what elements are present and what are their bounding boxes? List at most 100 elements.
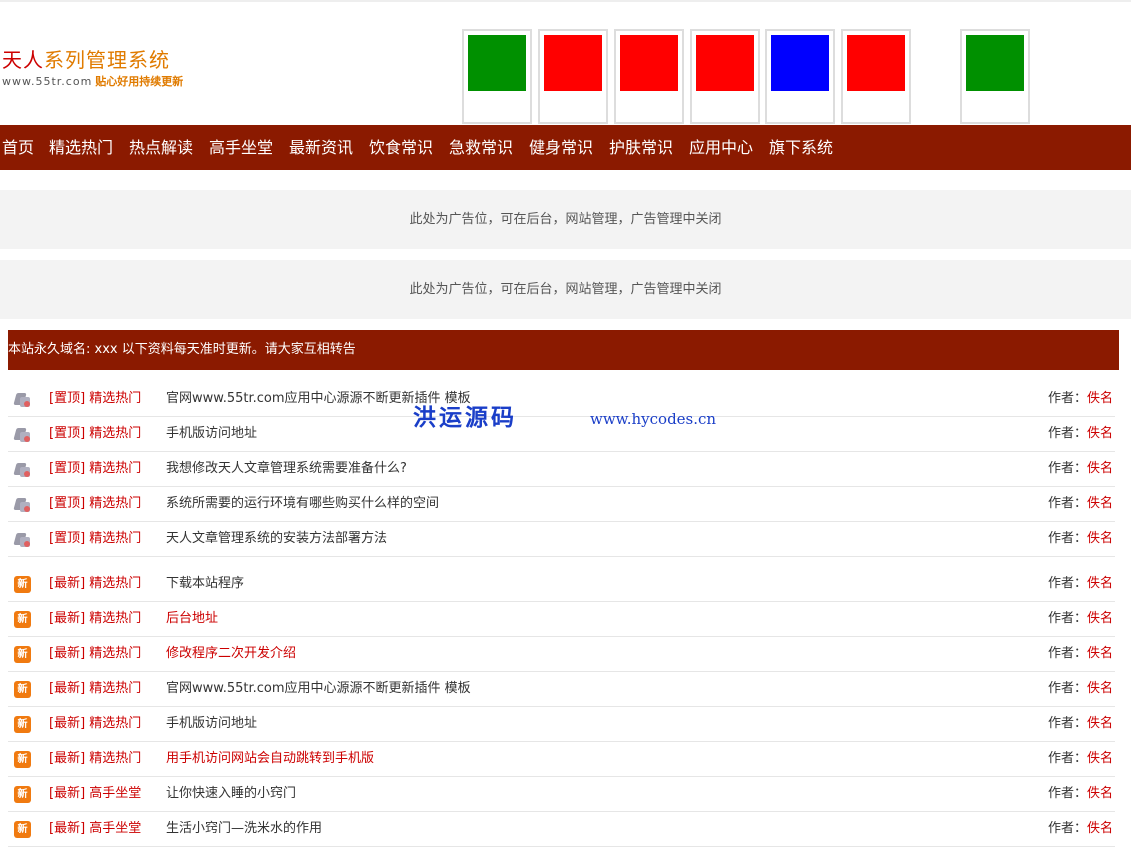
main-nav: 首页 精选热门 热点解读 高手坐堂 最新资讯 饮食常识 急救常识 健身常识 护肤常识 应用中心 旗下… xyxy=(0,125,1131,170)
author-info: 作者：佚名 xyxy=(1048,417,1113,451)
template-thumbnail[interactable] xyxy=(538,29,608,124)
pin-icon xyxy=(13,391,31,408)
author-info: 作者：佚名 xyxy=(1048,382,1113,416)
author-name[interactable]: 佚名 xyxy=(1087,751,1113,766)
thumbnail-image xyxy=(620,35,678,91)
category-link[interactable]: [最新] 精选热门 xyxy=(49,637,141,671)
category-link[interactable]: [最新] 高手坐堂 xyxy=(49,812,141,846)
category-link[interactable]: [置顶] 精选热门 xyxy=(49,522,141,556)
article-title-link[interactable]: 天人文章管理系统的安装方法部署方法 xyxy=(166,522,387,556)
list-item: [置顶] 精选热门 系统所需要的运行环境有哪些购买什么样的空间 作者：佚名 xyxy=(8,487,1115,522)
author-label: 作者： xyxy=(1047,576,1087,591)
author-name[interactable]: 佚名 xyxy=(1087,426,1113,441)
author-label: 作者： xyxy=(1047,716,1087,731)
article-title-link[interactable]: 用手机访问网站会自动跳转到手机版 xyxy=(166,742,374,776)
thumbnail-image xyxy=(544,35,602,91)
author-name[interactable]: 佚名 xyxy=(1087,461,1113,476)
author-label: 作者： xyxy=(1047,461,1087,476)
nav-item[interactable]: 首页 xyxy=(2,125,34,170)
list-item: 新 [最新] 精选热门 后台地址 作者：佚名 xyxy=(8,602,1115,637)
thumbnail-image xyxy=(847,35,905,91)
author-label: 作者： xyxy=(1047,531,1087,546)
template-thumbnail[interactable] xyxy=(765,29,835,124)
nav-item[interactable]: 健身常识 xyxy=(529,125,593,170)
category-link[interactable]: [最新] 精选热门 xyxy=(49,602,141,636)
nav-item[interactable]: 护肤常识 xyxy=(609,125,673,170)
new-badge-icon: 新 xyxy=(14,576,31,593)
article-title-link[interactable]: 手机版访问地址 xyxy=(166,417,257,451)
logo-title: 天人系列管理系统 xyxy=(2,47,222,73)
ad-banner-2[interactable]: 此处为广告位，可在后台，网站管理，广告管理中关闭 xyxy=(0,260,1131,319)
author-name[interactable]: 佚名 xyxy=(1087,646,1113,661)
list-item: [置顶] 精选热门 我想修改天人文章管理系统需要准备什么? 作者：佚名 xyxy=(8,452,1115,487)
category-link[interactable]: [最新] 精选热门 xyxy=(49,567,141,601)
category-link[interactable]: [置顶] 精选热门 xyxy=(49,417,141,451)
author-label: 作者： xyxy=(1047,681,1087,696)
author-name[interactable]: 佚名 xyxy=(1087,681,1113,696)
thumbnail-image xyxy=(468,35,526,91)
template-thumbnail[interactable] xyxy=(462,29,532,124)
article-title-link[interactable]: 手机版访问地址 xyxy=(166,707,257,741)
list-item: 新 [最新] 精选热门 修改程序二次开发介绍 作者：佚名 xyxy=(8,637,1115,672)
nav-item[interactable]: 最新资讯 xyxy=(289,125,353,170)
nav-item[interactable]: 旗下系统 xyxy=(769,125,833,170)
template-thumbnail[interactable] xyxy=(960,29,1030,124)
article-title-link[interactable]: 让你快速入睡的小窍门 xyxy=(166,777,296,811)
author-name[interactable]: 佚名 xyxy=(1087,496,1113,511)
list-item: 新 [最新] 高手坐堂 让你快速入睡的小窍门 作者：佚名 xyxy=(8,777,1115,812)
header: 天人系列管理系统 www.55tr.com 贴心好用持续更新 xyxy=(0,2,1131,125)
article-title-link[interactable]: 系统所需要的运行环境有哪些购买什么样的空间 xyxy=(166,487,439,521)
nav-item[interactable]: 急救常识 xyxy=(449,125,513,170)
author-info: 作者：佚名 xyxy=(1048,812,1113,846)
logo-title-part1: 天人 xyxy=(2,48,44,72)
category-link[interactable]: [最新] 高手坐堂 xyxy=(49,777,141,811)
new-badge-icon: 新 xyxy=(14,786,31,803)
article-title-link[interactable]: 我想修改天人文章管理系统需要准备什么? xyxy=(166,452,407,486)
author-name[interactable]: 佚名 xyxy=(1087,786,1113,801)
template-thumbnail[interactable] xyxy=(841,29,911,124)
list-item: 新 [最新] 精选热门 手机版访问地址 作者：佚名 xyxy=(8,707,1115,742)
category-link[interactable]: [置顶] 精选热门 xyxy=(49,452,141,486)
author-name[interactable]: 佚名 xyxy=(1087,391,1113,406)
pin-icon xyxy=(13,496,31,513)
author-info: 作者：佚名 xyxy=(1048,567,1113,601)
ad-banner-1[interactable]: 此处为广告位，可在后台，网站管理，广告管理中关闭 xyxy=(0,190,1131,249)
template-thumbnail[interactable] xyxy=(614,29,684,124)
author-info: 作者：佚名 xyxy=(1048,742,1113,776)
category-link[interactable]: [置顶] 精选热门 xyxy=(49,382,141,416)
nav-item[interactable]: 热点解读 xyxy=(129,125,193,170)
nav-item[interactable]: 精选热门 xyxy=(49,125,113,170)
author-name[interactable]: 佚名 xyxy=(1087,576,1113,591)
list-item: 新 [最新] 精选热门 官网www.55tr.com应用中心源源不断更新插件 模板 作… xyxy=(8,672,1115,707)
category-link[interactable]: [最新] 精选热门 xyxy=(49,707,141,741)
author-name[interactable]: 佚名 xyxy=(1087,821,1113,836)
template-thumbnail[interactable] xyxy=(690,29,760,124)
nav-item[interactable]: 高手坐堂 xyxy=(209,125,273,170)
category-link[interactable]: [最新] 精选热门 xyxy=(49,672,141,706)
new-badge-icon: 新 xyxy=(14,646,31,663)
article-title-link[interactable]: 后台地址 xyxy=(166,602,218,636)
nav-item[interactable]: 饮食常识 xyxy=(369,125,433,170)
author-label: 作者： xyxy=(1047,646,1087,661)
author-label: 作者： xyxy=(1047,821,1087,836)
category-link[interactable]: [最新] 精选热门 xyxy=(49,742,141,776)
notice-text: 本站永久域名: xxx 以下资料每天准时更新。请大家互相转告 xyxy=(8,342,356,357)
author-name[interactable]: 佚名 xyxy=(1087,611,1113,626)
author-info: 作者：佚名 xyxy=(1048,452,1113,486)
new-badge-icon: 新 xyxy=(14,611,31,628)
article-title-link[interactable]: 官网www.55tr.com应用中心源源不断更新插件 模板 xyxy=(166,382,471,416)
author-label: 作者： xyxy=(1047,751,1087,766)
site-logo[interactable]: 天人系列管理系统 www.55tr.com 贴心好用持续更新 xyxy=(2,47,222,90)
author-name[interactable]: 佚名 xyxy=(1087,716,1113,731)
author-label: 作者： xyxy=(1047,496,1087,511)
author-label: 作者： xyxy=(1047,426,1087,441)
article-title-link[interactable]: 修改程序二次开发介绍 xyxy=(166,637,296,671)
logo-url: www.55tr.com xyxy=(2,75,93,88)
article-title-link[interactable]: 生活小窍门—洗米水的作用 xyxy=(166,812,322,846)
author-name[interactable]: 佚名 xyxy=(1087,531,1113,546)
category-link[interactable]: [置顶] 精选热门 xyxy=(49,487,141,521)
article-title-link[interactable]: 下载本站程序 xyxy=(166,567,244,601)
nav-item[interactable]: 应用中心 xyxy=(689,125,753,170)
author-info: 作者：佚名 xyxy=(1048,707,1113,741)
article-title-link[interactable]: 官网www.55tr.com应用中心源源不断更新插件 模板 xyxy=(166,672,471,706)
